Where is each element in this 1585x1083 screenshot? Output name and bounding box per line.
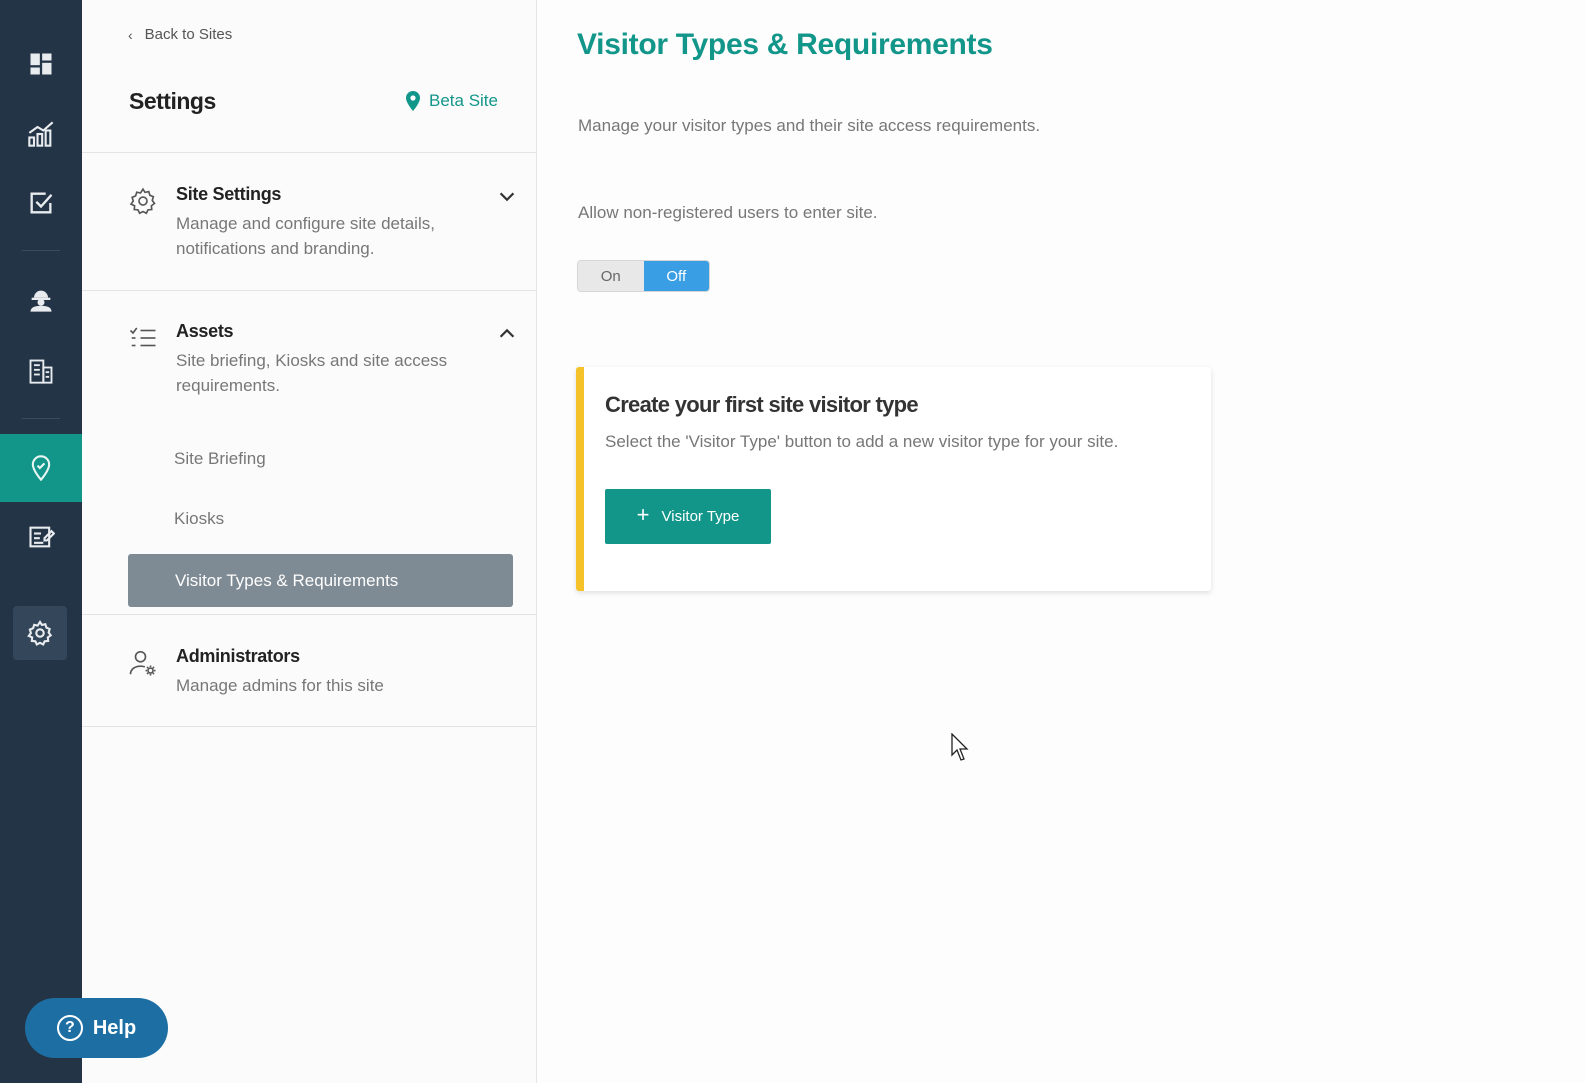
location-pin-icon: [406, 91, 420, 111]
section-title: Site Settings: [176, 184, 282, 204]
panel-title: Settings: [129, 88, 216, 114]
card-description: Select the 'Visitor Type' button to add …: [605, 432, 1119, 451]
chevron-up-icon[interactable]: [496, 323, 518, 345]
dashboard-icon: [30, 53, 52, 75]
buildings-icon: [29, 359, 53, 384]
add-visitor-type-button[interactable]: + Visitor Type: [605, 489, 771, 544]
section-site-settings[interactable]: Site Settings Manage and configure site …: [128, 184, 518, 261]
back-label: Back to Sites: [144, 26, 233, 43]
section-title: Assets: [176, 321, 234, 341]
divider: [82, 726, 537, 727]
nav-divider: [22, 250, 60, 251]
chevron-left-icon: ‹: [128, 26, 133, 43]
nav-dashboard[interactable]: [0, 31, 82, 97]
admin-user-gear-icon: [129, 650, 156, 676]
section-description: Manage admins for this site: [176, 676, 384, 695]
mouse-cursor-icon: [951, 733, 969, 761]
nav-settings[interactable]: [13, 606, 67, 660]
worker-icon: [30, 290, 52, 312]
sub-item-site-briefing[interactable]: Site Briefing: [174, 449, 266, 469]
left-nav-rail: [0, 0, 82, 1083]
back-to-sites-link[interactable]: ‹ Back to Sites: [128, 26, 232, 43]
section-administrators[interactable]: Administrators Manage admins for this si…: [128, 646, 518, 698]
sites-location-icon: [31, 455, 51, 482]
sub-item-kiosks[interactable]: Kiosks: [174, 509, 224, 529]
divider: [82, 152, 537, 153]
forms-icon: [29, 526, 55, 548]
empty-state-card: Create your first site visitor type Sele…: [576, 367, 1211, 591]
settings-panel: ‹ Back to Sites Settings Beta Site Site …: [82, 0, 537, 1083]
nav-buildings[interactable]: [0, 338, 82, 404]
section-title: Administrators: [176, 646, 300, 666]
nav-analytics[interactable]: [0, 101, 82, 167]
divider: [82, 290, 537, 291]
site-name: Beta Site: [429, 91, 498, 110]
checklist-icon: [129, 327, 156, 347]
nav-tasks[interactable]: [0, 170, 82, 236]
sub-item-visitor-types[interactable]: Visitor Types & Requirements: [128, 554, 513, 607]
allow-nonregistered-switch[interactable]: On Off: [577, 260, 710, 292]
nav-workers[interactable]: [0, 267, 82, 333]
settings-gear-icon: [27, 619, 53, 646]
card-title: Create your first site visitor type: [605, 392, 919, 417]
nav-divider: [22, 418, 60, 419]
section-assets[interactable]: Assets Site briefing, Kiosks and site ac…: [128, 321, 518, 398]
button-label: Visitor Type: [661, 508, 740, 525]
divider: [82, 614, 537, 615]
help-button[interactable]: ? Help: [25, 998, 168, 1058]
switch-on-option[interactable]: On: [578, 261, 644, 291]
section-description: Site briefing, Kiosks and site access re…: [176, 351, 448, 395]
gear-icon: [129, 187, 156, 215]
switch-off-option[interactable]: Off: [643, 261, 709, 291]
plus-icon: +: [636, 502, 650, 527]
nav-sites[interactable]: [0, 434, 82, 502]
help-label: Help: [92, 1016, 137, 1039]
section-description: Manage and configure site details, notif…: [176, 214, 435, 258]
allow-nonregistered-label: Allow non-registered users to enter site…: [578, 203, 878, 222]
question-icon: ?: [56, 1015, 83, 1041]
page-description: Manage your visitor types and their site…: [578, 116, 1041, 135]
analytics-icon: [28, 121, 54, 147]
page-title: Visitor Types & Requirements: [577, 28, 993, 61]
nav-forms[interactable]: [0, 504, 82, 570]
chevron-down-icon[interactable]: [496, 186, 518, 208]
site-selector[interactable]: Beta Site: [405, 91, 498, 111]
tasks-checkbox-icon: [30, 192, 53, 214]
